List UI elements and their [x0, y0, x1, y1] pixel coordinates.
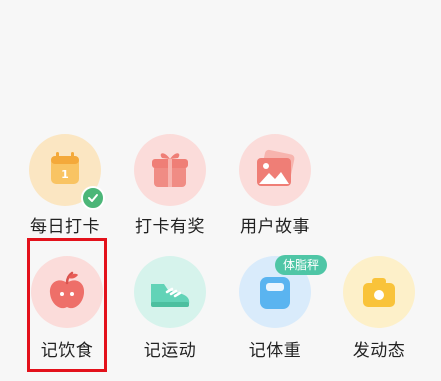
gift-icon: [152, 153, 188, 187]
checkin-reward-icon-bg: [134, 134, 206, 206]
sneaker-icon: [151, 284, 190, 307]
camera-icon: [363, 278, 395, 307]
checkin-reward-button[interactable]: 打卡有奖: [122, 134, 218, 244]
log-weight-button[interactable]: 体脂秤 记体重: [227, 255, 328, 366]
post-moment-icon-bg: [343, 256, 415, 328]
quick-action-panel: 1 每日打卡 打卡有奖 用户故事 记饮食 记运动 体脂秤 记体重 发动态: [0, 0, 441, 381]
post-moment-label: 发动态: [352, 341, 406, 361]
post-moment-button[interactable]: 发动态: [331, 256, 427, 366]
daily-checkin-label: 每日打卡: [30, 217, 100, 237]
photo-icon: [257, 149, 295, 186]
log-exercise-label: 记运动: [143, 341, 197, 361]
log-exercise-button[interactable]: 记运动: [122, 256, 218, 366]
log-exercise-icon-bg: [134, 256, 206, 328]
log-weight-label: 记体重: [248, 341, 302, 361]
check-icon: [81, 186, 105, 210]
daily-checkin-button[interactable]: 1 每日打卡: [17, 134, 113, 244]
calendar-day: 1: [61, 168, 69, 181]
user-stories-icon-bg: [239, 134, 311, 206]
checkin-reward-label: 打卡有奖: [135, 217, 205, 237]
body-fat-scale-badge: 体脂秤: [275, 255, 328, 275]
daily-checkin-icon-bg: 1: [29, 134, 105, 210]
selection-highlight: [27, 238, 107, 372]
user-stories-button[interactable]: 用户故事: [227, 134, 323, 244]
user-stories-label: 用户故事: [240, 217, 310, 237]
